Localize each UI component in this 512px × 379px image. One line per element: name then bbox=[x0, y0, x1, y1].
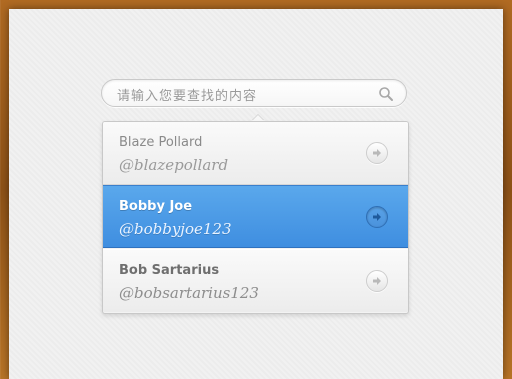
arrow-right-circle-icon[interactable] bbox=[366, 142, 388, 164]
result-handle: @bobsartarius123 bbox=[119, 284, 259, 302]
search-results-dropdown: Blaze Pollard @blazepollard Bobby Joe @b… bbox=[102, 121, 409, 314]
result-row-selected[interactable]: Bobby Joe @bobbyjoe123 bbox=[103, 185, 408, 248]
result-row[interactable]: Bob Sartarius @bobsartarius123 bbox=[103, 249, 408, 312]
result-row[interactable]: Blaze Pollard @blazepollard bbox=[103, 122, 408, 185]
result-handle: @blazepollard bbox=[119, 156, 229, 174]
result-name: Blaze Pollard bbox=[119, 135, 203, 150]
result-name: Bob Sartarius bbox=[119, 263, 220, 278]
search-placeholder: 请输入您要查找的内容 bbox=[117, 89, 258, 104]
result-handle: @bobbyjoe123 bbox=[119, 220, 232, 238]
search-icon[interactable] bbox=[378, 86, 394, 102]
arrow-right-circle-icon[interactable] bbox=[366, 206, 388, 228]
arrow-right-circle-icon[interactable] bbox=[366, 270, 388, 292]
search-input[interactable]: 请输入您要查找的内容 bbox=[101, 79, 407, 107]
result-name: Bobby Joe bbox=[119, 199, 193, 214]
